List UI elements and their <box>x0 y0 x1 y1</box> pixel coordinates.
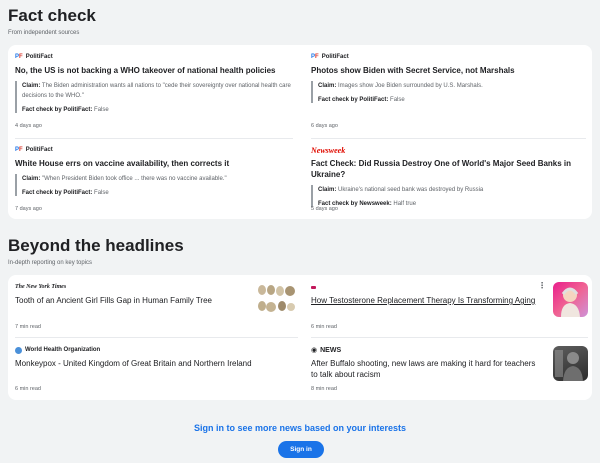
claim-box: Claim: Ukraine's national seed bank was … <box>311 185 586 207</box>
more-options-icon[interactable]: ⋮ <box>538 282 546 290</box>
verdict-label: Fact check by PolitiFact: <box>318 97 389 103</box>
source-logo-icon <box>311 285 316 289</box>
article-headline[interactable]: After Buffalo shooting, new laws are mak… <box>311 358 543 380</box>
claim-label: Claim: <box>22 176 41 182</box>
divider <box>311 138 586 139</box>
claim-label: Claim: <box>318 83 337 89</box>
newsweek-logo: Newsweek <box>311 145 346 155</box>
source-name: PolitiFact <box>25 147 53 153</box>
article-headline[interactable]: Monkeypox - United Kingdom of Great Brit… <box>15 358 295 369</box>
source-name: PolitiFact <box>321 54 349 60</box>
read-time: 8 min read <box>311 386 337 392</box>
claim-text: "When President Biden took office ... th… <box>42 176 227 182</box>
claim-box: Claim: "When President Biden took office… <box>15 174 295 196</box>
article-age: 7 days ago <box>15 206 42 212</box>
article-item[interactable]: ◉ NEWS After Buffalo shooting, new laws … <box>311 346 543 380</box>
source-nyt: The New York Times <box>15 283 245 291</box>
verdict-value: Half true <box>393 201 417 207</box>
claim-label: Claim: <box>22 83 41 89</box>
teeth-thumbnail[interactable] <box>256 282 298 316</box>
claim-label: Claim: <box>318 187 337 193</box>
article-item[interactable]: World Health Organization Monkeypox - Un… <box>15 346 295 369</box>
aging-thumbnail[interactable] <box>553 282 588 317</box>
fact-check-item[interactable]: Newsweek Fact Check: Did Russia Destroy … <box>311 146 586 207</box>
article-age: 4 days ago <box>15 123 42 129</box>
fact-check-title: Fact check <box>8 6 96 25</box>
source-news: ◉ NEWS <box>311 346 543 355</box>
claim-text: The Biden administration wants all natio… <box>22 83 291 99</box>
source-politifact: PF PolitiFact <box>15 146 295 154</box>
fact-check-headline[interactable]: Photos show Biden with Secret Service, n… <box>311 65 586 76</box>
beyond-subtitle: In-depth reporting on key topics <box>8 260 93 266</box>
article-age: 5 days ago <box>311 206 338 212</box>
buffalo-thumbnail[interactable] <box>553 346 588 381</box>
fact-check-headline[interactable]: Fact Check: Did Russia Destroy One of Wo… <box>311 158 586 180</box>
politifact-logo-icon: PF <box>311 54 319 60</box>
verdict-value: False <box>390 97 405 103</box>
who-logo-icon <box>15 346 22 354</box>
article-age: 6 days ago <box>311 123 338 129</box>
read-time: 6 min read <box>15 386 41 392</box>
divider <box>15 337 298 338</box>
read-time: 6 min read <box>311 324 337 330</box>
source-politifact: PF PolitiFact <box>15 53 295 61</box>
fact-check-headline[interactable]: White House errs on vaccine availability… <box>15 158 295 169</box>
claim: Claim: The Biden administration wants al… <box>22 81 295 101</box>
source-name: PolitiFact <box>25 54 53 60</box>
source-who: World Health Organization <box>15 346 295 354</box>
article-item[interactable]: The New York Times Tooth of an Ancient G… <box>15 283 245 306</box>
fact-check-item[interactable]: PF PolitiFact Photos show Biden with Sec… <box>311 53 586 103</box>
source-name: NEWS <box>320 346 342 354</box>
fact-check-item[interactable]: PF PolitiFact No, the US is not backing … <box>15 53 295 113</box>
claim: Claim: "When President Biden took office… <box>22 174 295 184</box>
source-logo <box>311 283 541 291</box>
nyt-logo: The New York Times <box>15 284 67 290</box>
verdict-value: False <box>94 190 109 196</box>
source-newsweek: Newsweek <box>311 145 586 155</box>
verdict-label: Fact check by PolitiFact: <box>22 190 93 196</box>
divider <box>15 138 293 139</box>
claim-text: Ukraine's national seed bank was destroy… <box>338 187 484 193</box>
signin-prompt[interactable]: Sign in to see more news based on your i… <box>0 423 600 433</box>
fact-check-subtitle: From independent sources <box>8 30 80 36</box>
article-headline[interactable]: Tooth of an Ancient Girl Fills Gap in Hu… <box>15 295 245 306</box>
signin-button[interactable]: Sign in <box>278 441 324 458</box>
claim: Claim: Ukraine's national seed bank was … <box>318 185 586 195</box>
source-politifact: PF PolitiFact <box>311 53 586 61</box>
source-name: World Health Organization <box>25 347 101 353</box>
politifact-logo-icon: PF <box>15 54 23 60</box>
verdict: Fact check by PolitiFact: False <box>318 97 586 103</box>
claim-box: Claim: Images show Joe Biden surrounded … <box>311 81 586 103</box>
beyond-card: The New York Times Tooth of an Ancient G… <box>8 275 592 400</box>
person-image-icon <box>555 350 583 381</box>
news-logo-icon: ◉ <box>311 347 318 354</box>
divider <box>311 337 588 338</box>
politifact-logo-icon: PF <box>15 147 23 153</box>
teeth-image-icon <box>258 285 295 312</box>
read-time: 7 min read <box>15 324 41 330</box>
fact-check-card: PF PolitiFact No, the US is not backing … <box>8 45 592 219</box>
fact-check-item[interactable]: PF PolitiFact White House errs on vaccin… <box>15 146 295 196</box>
person-image-icon <box>561 287 580 317</box>
verdict: Fact check by Newsweek: Half true <box>318 201 586 207</box>
claim-text: Images show Joe Biden surrounded by U.S.… <box>338 83 483 89</box>
fact-check-headline[interactable]: No, the US is not backing a WHO takeover… <box>15 65 295 76</box>
beyond-title: Beyond the headlines <box>8 236 184 255</box>
verdict-value: False <box>94 107 109 113</box>
verdict: Fact check by PolitiFact: False <box>22 190 295 196</box>
verdict-label: Fact check by PolitiFact: <box>22 107 93 113</box>
article-item[interactable]: How Testosterone Replacement Therapy Is … <box>311 283 541 306</box>
claim: Claim: Images show Joe Biden surrounded … <box>318 81 586 91</box>
verdict: Fact check by PolitiFact: False <box>22 107 295 113</box>
claim-box: Claim: The Biden administration wants al… <box>15 81 295 113</box>
article-headline[interactable]: How Testosterone Replacement Therapy Is … <box>311 295 541 306</box>
